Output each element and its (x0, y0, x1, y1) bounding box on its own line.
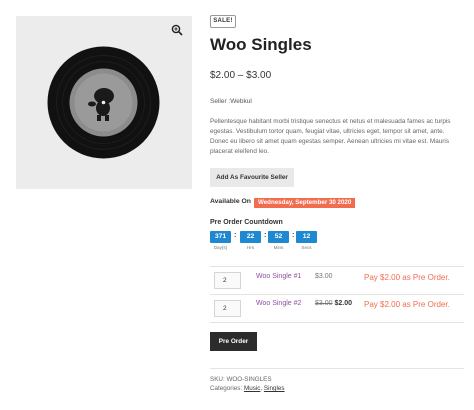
product-title: Woo Singles (210, 35, 312, 54)
grouped-product-link[interactable]: Woo Single #2 (256, 300, 301, 307)
quantity-input[interactable] (214, 272, 241, 289)
preorder-message: Pay $2.00 as Pre Order. (364, 273, 450, 282)
pre-order-button[interactable]: Pre Order (210, 332, 257, 351)
price-range: $2.00 – $3.00 (210, 70, 272, 81)
quantity-input[interactable] (214, 300, 241, 317)
categories-label: Categories: (210, 385, 243, 392)
vinyl-record-image (47, 46, 160, 159)
grouped-product-link[interactable]: Woo Single #1 (256, 273, 301, 280)
countdown-days-value: 371 (210, 231, 231, 243)
meta-divider (210, 368, 464, 369)
countdown-separator: : (292, 232, 295, 239)
countdown-seconds-value: 12 (296, 231, 317, 243)
grouped-product-price: $3.00 (315, 273, 333, 280)
category-link-music[interactable]: Music (244, 385, 260, 392)
countdown-days: 371 Day(s) (210, 231, 231, 250)
zoom-icon[interactable] (171, 24, 183, 36)
countdown-seconds-label: Secs (301, 245, 312, 250)
price-old: $3.00 (315, 300, 333, 307)
category-link-singles[interactable]: Singles (264, 385, 285, 392)
categories-line: Categories: Music, Singles (210, 385, 285, 392)
sale-badge: SALE! (210, 15, 236, 28)
grouped-product-price: $3.00 $2.00 (315, 300, 352, 307)
countdown-hours: 22 Hrs (240, 231, 261, 250)
sku-line: SKU: WOO-SINGLES (210, 376, 272, 383)
available-date-badge: Wednesday, September 30 2020 (254, 198, 356, 208)
table-divider (210, 266, 464, 267)
countdown-separator: : (264, 232, 267, 239)
available-on-label: Available On (210, 198, 251, 205)
countdown-hours-label: Hrs (246, 245, 255, 250)
countdown-seconds: 12 Secs (296, 231, 317, 250)
sku-label: SKU: (210, 376, 225, 383)
price-current: $3.00 (315, 273, 333, 280)
price-sale: $2.00 (334, 300, 353, 307)
sku-value: WOO-SINGLES (226, 376, 272, 383)
preorder-message: Pay $2.00 as Pre Order. (364, 300, 450, 309)
table-divider (210, 322, 464, 323)
seller-name: Seller :Webkul (210, 98, 252, 105)
product-image[interactable] (16, 16, 192, 189)
add-favourite-seller-button[interactable]: Add As Favourite Seller (210, 168, 294, 187)
countdown-minutes-label: Mins (273, 245, 284, 250)
category-separator: , (260, 385, 263, 392)
countdown-hours-value: 22 (240, 231, 261, 243)
countdown-minutes-value: 52 (268, 231, 289, 243)
countdown-title: Pre Order Countdown (210, 219, 283, 226)
countdown-minutes: 52 Mins (268, 231, 289, 250)
countdown-separator: : (234, 232, 237, 239)
countdown-days-label: Day(s) (213, 245, 228, 250)
product-description: Pellentesque habitant morbi tristique se… (210, 118, 451, 155)
table-divider (210, 294, 464, 295)
